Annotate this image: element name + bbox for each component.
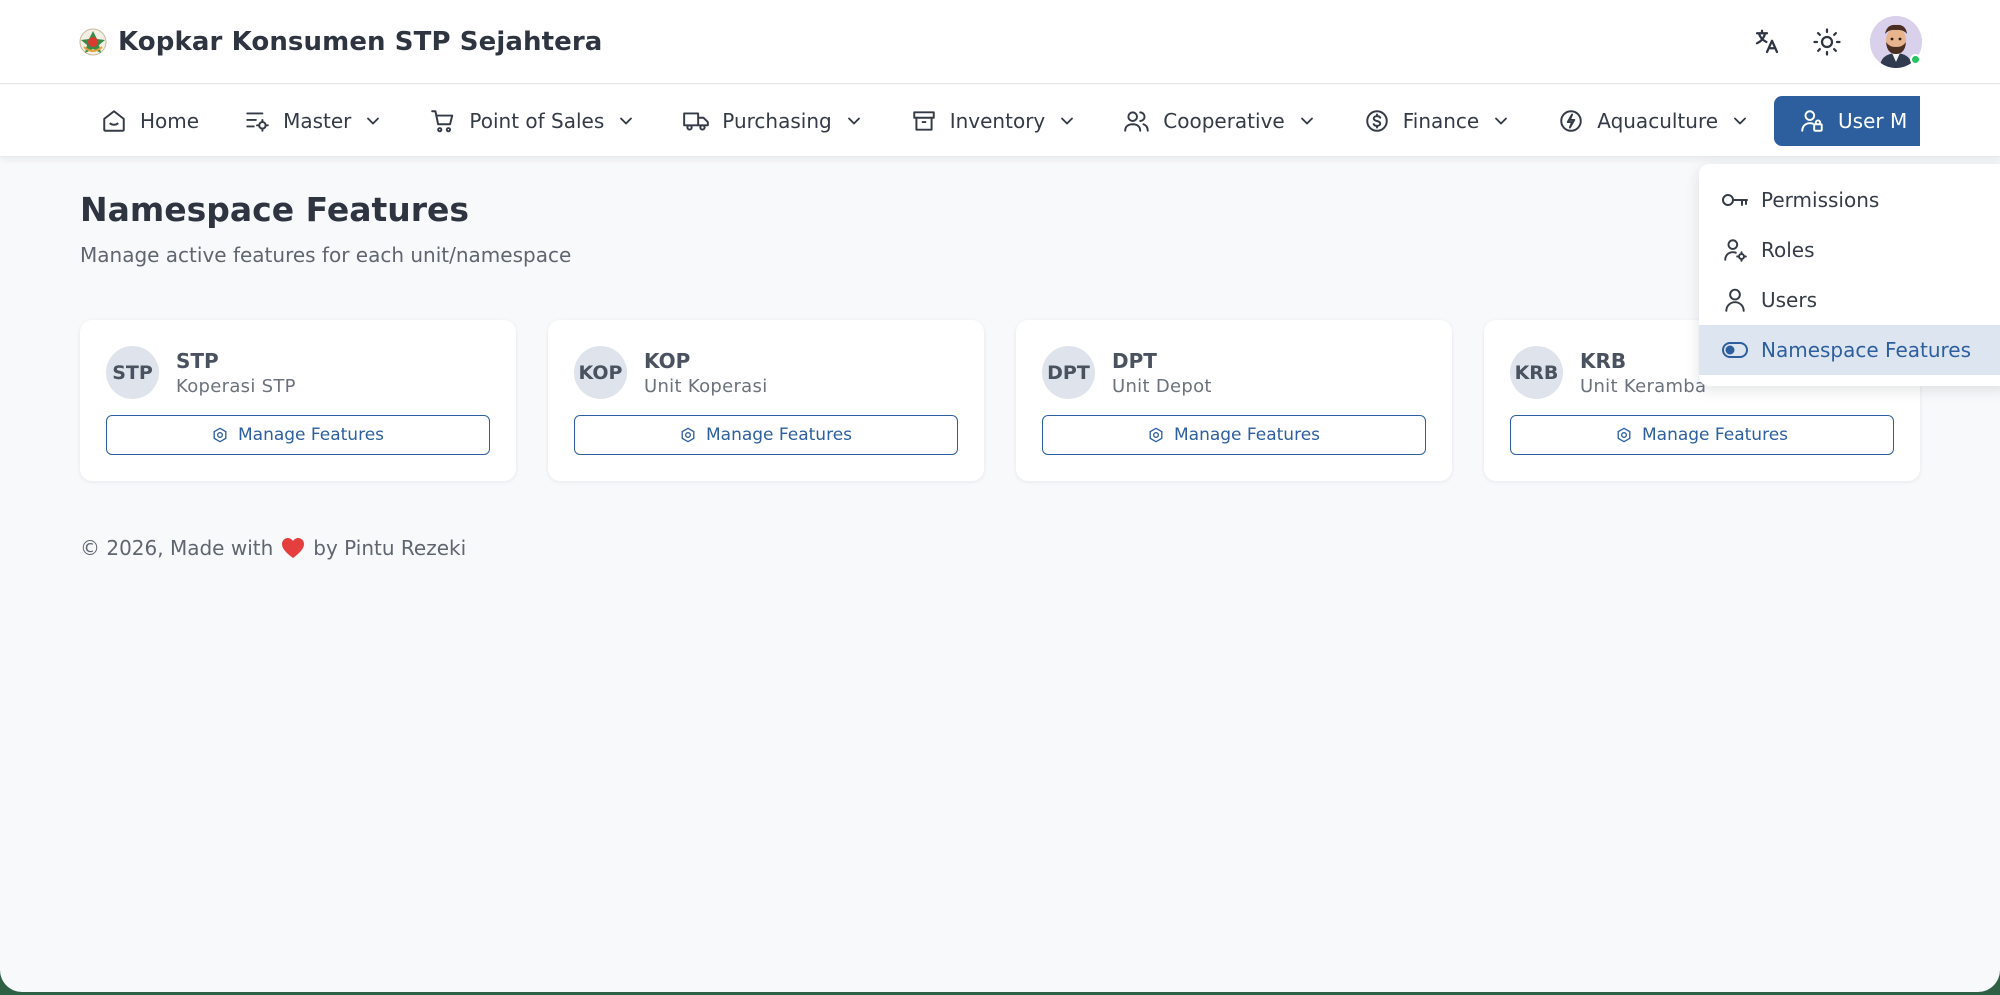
footer-prefix: © 2026, Made with [80, 536, 274, 560]
dropdown-item-label: Users [1761, 288, 1818, 312]
nav-item-label: Aquaculture [1597, 109, 1719, 133]
chevron-down-icon [1495, 117, 1508, 125]
main-content: Namespace Features Manage active feature… [80, 190, 1920, 481]
namespace-card-stp: STP STP Koperasi STP Manage Features [80, 320, 516, 481]
main-navbar: Home Master Point of Sales Purchasing In… [0, 85, 2000, 157]
nav-item-master[interactable]: Master [221, 96, 407, 146]
dropdown-item-users[interactable]: Users [1699, 275, 2000, 325]
namespace-card-kop: KOP KOP Unit Koperasi Manage Features [548, 320, 984, 481]
namespace-name: Unit Depot [1112, 376, 1212, 397]
gear-icon [213, 427, 227, 443]
dropdown-item-permissions[interactable]: Permissions [1699, 175, 2000, 225]
user-management-dropdown: Permissions Roles Users Namespace Featur… [1699, 164, 2000, 386]
nav-item-label: Master [283, 109, 352, 133]
dropdown-item-namespace-features[interactable]: Namespace Features [1699, 325, 2000, 375]
gear-icon [681, 427, 695, 443]
namespace-badge: KOP [574, 346, 627, 399]
namespace-code: DPT [1112, 349, 1157, 373]
nav-item-label: Point of Sales [469, 109, 605, 133]
button-label: Manage Features [705, 425, 853, 445]
nav-item-finance[interactable]: Finance [1341, 96, 1536, 146]
chevron-down-icon [847, 117, 860, 125]
namespace-badge: KRB [1510, 346, 1563, 399]
namespace-badge: DPT [1042, 346, 1095, 399]
logo-icon [79, 28, 107, 56]
gear-icon [1617, 427, 1631, 443]
manage-features-button[interactable]: Manage Features [574, 415, 958, 455]
button-label: Manage Features [237, 425, 385, 445]
user-icon [1725, 288, 1745, 312]
footer-suffix: by Pintu Rezeki [313, 536, 467, 560]
dropdown-item-label: Namespace Features [1761, 338, 1972, 362]
manage-features-button[interactable]: Manage Features [1510, 415, 1894, 455]
chevron-down-icon [1061, 117, 1074, 125]
bolt-icon [1560, 110, 1582, 132]
namespace-cards: STP STP Koperasi STP Manage Features KOP… [80, 320, 1920, 481]
top-header: Kopkar Konsumen STP Sejahtera [0, 0, 2000, 84]
button-label: Manage Features [1641, 425, 1789, 445]
toggle-icon [1722, 342, 1748, 358]
dropdown-item-label: Permissions [1761, 188, 1880, 212]
chevron-down-icon [620, 117, 633, 125]
namespace-code: STP [176, 349, 219, 373]
nav-scroll-area: Home Master Point of Sales Purchasing In… [78, 95, 1920, 147]
chevron-down-icon [1300, 117, 1313, 125]
app-window: Kopkar Konsumen STP Sejahtera Home Maste… [0, 0, 2000, 992]
namespace-name: Koperasi STP [176, 376, 296, 397]
nav-item-home[interactable]: Home [78, 96, 221, 146]
sliders-gear-icon [246, 112, 269, 132]
manage-features-button[interactable]: Manage Features [106, 415, 490, 455]
header-actions [1750, 16, 1922, 68]
coin-icon [1365, 110, 1388, 132]
user-gear-icon [1724, 239, 1747, 262]
chevron-down-icon [367, 117, 380, 125]
heart-icon [282, 538, 305, 558]
nav-item-point-of-sales[interactable]: Point of Sales [407, 96, 660, 146]
manage-features-button[interactable]: Manage Features [1042, 415, 1426, 455]
archive-icon [912, 111, 935, 131]
nav-item-purchasing[interactable]: Purchasing [660, 96, 887, 146]
button-label: Manage Features [1173, 425, 1321, 445]
nav-item-label: Finance [1402, 109, 1480, 133]
namespace-name: Unit Koperasi [644, 376, 768, 397]
cart-icon [431, 110, 454, 133]
users-icon [1124, 111, 1149, 132]
footer: © 2026, Made with by Pintu Rezeki [80, 536, 466, 560]
nav-item-label: User M [1838, 109, 1908, 133]
nav-item-label: Cooperative [1163, 109, 1285, 133]
nav-item-user-management[interactable]: User M [1774, 96, 1920, 146]
nav-item-label: Purchasing [722, 109, 832, 133]
avatar[interactable] [1870, 16, 1922, 68]
nav-item-aquaculture[interactable]: Aquaculture [1535, 96, 1774, 146]
nav-item-label: Home [140, 109, 200, 133]
truck-icon [683, 112, 710, 131]
translate-icon [1755, 29, 1779, 54]
namespace-code: KRB [1580, 349, 1627, 373]
chevron-down-icon [1734, 117, 1746, 125]
user-lock-icon [1801, 110, 1823, 132]
home-icon [103, 110, 125, 132]
namespace-badge: STP [106, 346, 159, 399]
translate-button[interactable] [1750, 25, 1784, 59]
dropdown-item-roles[interactable]: Roles [1699, 225, 2000, 275]
page-title: Namespace Features [80, 190, 470, 229]
nav-item-label: Inventory [949, 109, 1046, 133]
dropdown-item-label: Roles [1761, 238, 1815, 262]
namespace-code: KOP [644, 349, 691, 373]
online-status-dot [1910, 54, 1921, 65]
theme-toggle-button[interactable] [1810, 25, 1844, 59]
nav-track: Home Master Point of Sales Purchasing In… [78, 95, 1920, 147]
key-icon [1722, 194, 1748, 206]
gear-icon [1149, 427, 1163, 443]
nav-item-cooperative[interactable]: Cooperative [1101, 96, 1340, 146]
sun-icon [1813, 28, 1841, 56]
nav-item-inventory[interactable]: Inventory [888, 96, 1102, 146]
page-subtitle: Manage active features for each unit/nam… [80, 243, 572, 267]
app-title: Kopkar Konsumen STP Sejahtera [118, 27, 603, 57]
namespace-name: Unit Keramba [1580, 376, 1707, 397]
namespace-card-dpt: DPT DPT Unit Depot Manage Features [1016, 320, 1452, 481]
brand[interactable]: Kopkar Konsumen STP Sejahtera [78, 22, 602, 62]
